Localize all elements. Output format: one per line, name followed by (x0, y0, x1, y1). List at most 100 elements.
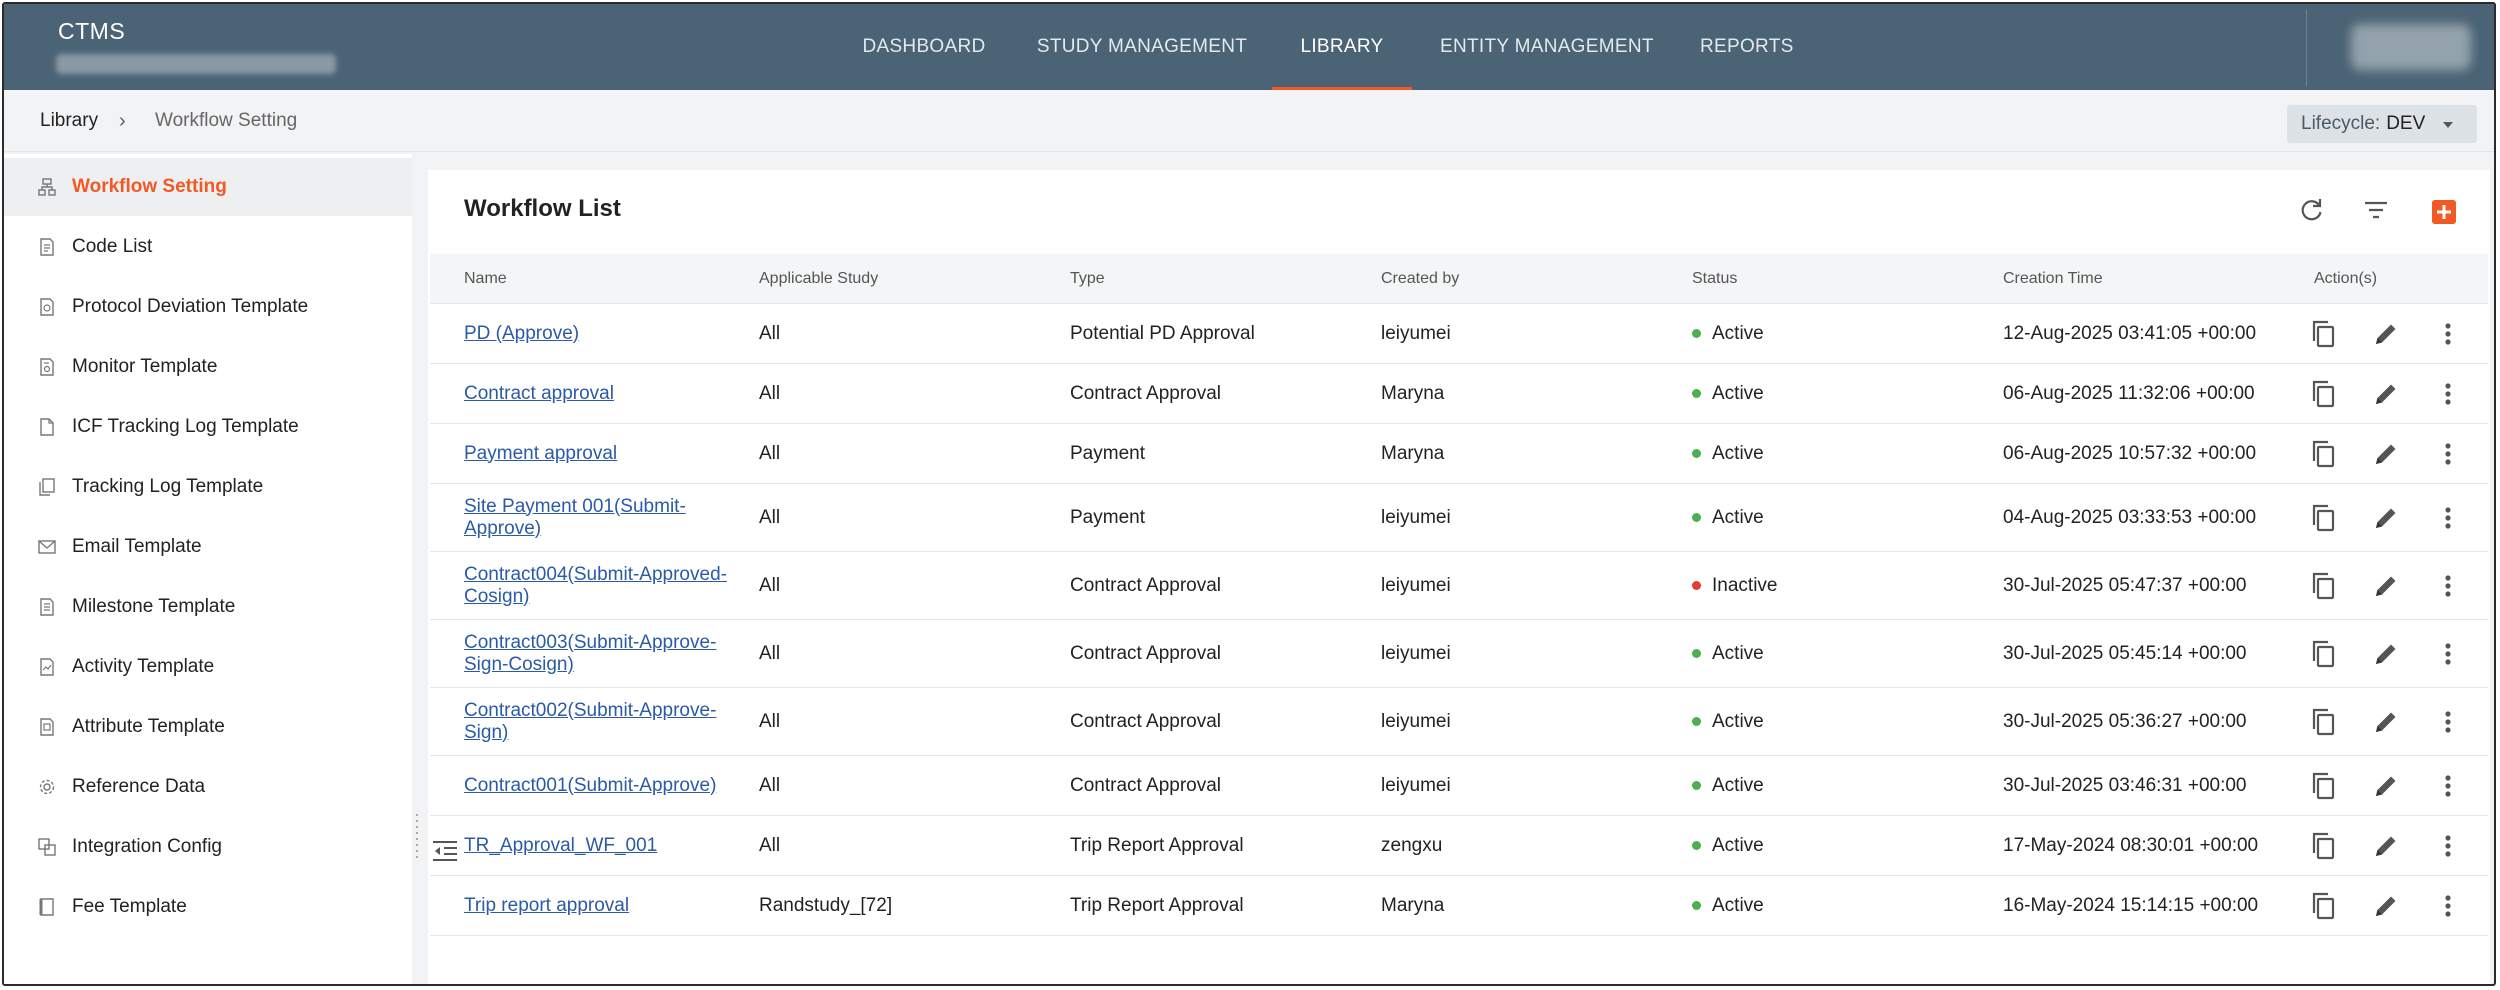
cell-created-by: leiyumei (1381, 688, 1451, 755)
workflow-name-link[interactable]: Contract002(Submit-Approve-Sign) (464, 700, 734, 744)
edit-icon[interactable] (2370, 570, 2402, 602)
nav-study-management[interactable]: STUDY MANAGEMENT (1034, 4, 1250, 90)
nav-library[interactable]: LIBRARY (1272, 4, 1412, 90)
sidebar-item-activity-template[interactable]: Activity Template (4, 638, 412, 696)
filter-icon[interactable] (2362, 196, 2390, 224)
sidebar-item-attribute-template[interactable]: Attribute Template (4, 698, 412, 756)
column-header-status[interactable]: Status (1692, 254, 1737, 304)
column-header-applicable-study[interactable]: Applicable Study (759, 254, 878, 304)
copy-icon[interactable] (2308, 502, 2340, 534)
sidebar-item-protocol-deviation-template[interactable]: Protocol Deviation Template (4, 278, 412, 336)
workflow-name-link[interactable]: Site Payment 001(Submit-Approve) (464, 496, 734, 540)
workflow-name-link[interactable]: Contract001(Submit-Approve) (464, 775, 716, 797)
cell-type-text: Trip Report Approval (1070, 834, 1244, 856)
sidebar-item-icf-tracking-log-template[interactable]: ICF Tracking Log Template (4, 398, 412, 456)
status-badge: Active (1712, 442, 1764, 464)
cell-created-by-text: Maryna (1381, 382, 1445, 404)
edit-icon[interactable] (2370, 770, 2402, 802)
column-header-type[interactable]: Type (1070, 254, 1105, 304)
sidebar-item-email-template[interactable]: Email Template (4, 518, 412, 576)
more-vertical-icon[interactable] (2432, 502, 2464, 534)
cell-applicable-study: All (759, 304, 780, 363)
sidebar-item-monitor-template[interactable]: Monitor Template (4, 338, 412, 396)
collapse-sidebar-icon[interactable] (432, 840, 458, 862)
more-vertical-icon[interactable] (2432, 378, 2464, 410)
table-row: TR_Approval_WF_001 All Trip Report Approva… (430, 816, 2488, 876)
cell-created-by: zengxu (1381, 816, 1442, 875)
workflow-name-link[interactable]: Contract approval (464, 383, 614, 405)
copy-icon[interactable] (2308, 378, 2340, 410)
sidebar-item-code-list[interactable]: Code List (4, 218, 412, 276)
breadcrumb-library[interactable]: Library (40, 90, 98, 152)
more-vertical-icon[interactable] (2432, 638, 2464, 670)
nav-reports[interactable]: REPORTS (1700, 4, 1793, 90)
more-vertical-icon[interactable] (2432, 890, 2464, 922)
status-badge: Active (1712, 710, 1764, 732)
add-icon[interactable] (2432, 200, 2456, 224)
sidebar-item-workflow-setting[interactable]: Workflow Setting (4, 158, 412, 216)
column-header-creation-time[interactable]: Creation Time (2003, 254, 2103, 304)
cell-creation-time: 30-Jul-2025 05:36:27 +00:00 (2003, 688, 2247, 755)
copy-icon[interactable] (2308, 890, 2340, 922)
edit-icon[interactable] (2370, 706, 2402, 738)
status-dot-icon (1692, 329, 1701, 338)
workflow-name-link[interactable]: PD (Approve) (464, 323, 579, 345)
workflow-name-link[interactable]: Payment approval (464, 443, 617, 465)
sidebar-item-milestone-template[interactable]: Milestone Template (4, 578, 412, 636)
copy-icon[interactable] (2308, 830, 2340, 862)
cell-created-by-text: leiyumei (1381, 774, 1451, 796)
refresh-icon[interactable] (2298, 196, 2326, 224)
nav-dashboard[interactable]: DASHBOARD (852, 4, 996, 90)
more-vertical-icon[interactable] (2432, 318, 2464, 350)
table-row: Contract001(Submit-Approve) All Contract A… (430, 756, 2488, 816)
copy-icon[interactable] (2308, 706, 2340, 738)
more-vertical-icon[interactable] (2432, 438, 2464, 470)
more-vertical-icon[interactable] (2432, 830, 2464, 862)
sidebar-item-fee-template[interactable]: Fee Template (4, 878, 412, 936)
user-menu[interactable] (2306, 10, 2494, 86)
lifecycle-select[interactable]: Lifecycle: DEV (2287, 105, 2477, 143)
edit-icon[interactable] (2370, 438, 2402, 470)
edit-icon[interactable] (2370, 378, 2402, 410)
more-vertical-icon[interactable] (2432, 570, 2464, 602)
sidebar-item-tracking-log-template[interactable]: Tracking Log Template (4, 458, 412, 516)
table-header: Name Applicable Study Type Created by St… (430, 254, 2488, 304)
workflow-name-link[interactable]: TR_Approval_WF_001 (464, 835, 657, 857)
cell-type-text: Contract Approval (1070, 382, 1222, 404)
edit-icon[interactable] (2370, 318, 2402, 350)
document-icon (40, 418, 54, 436)
copy-icon[interactable] (2308, 638, 2340, 670)
column-header-name[interactable]: Name (464, 254, 507, 304)
workflow-name-link[interactable]: Trip report approval (464, 895, 629, 917)
more-vertical-icon[interactable] (2432, 706, 2464, 738)
cell-created-by-text: Maryna (1381, 894, 1445, 916)
workflow-name-link[interactable]: Contract004(Submit-Approved-Cosign) (464, 564, 734, 608)
column-header-created-by[interactable]: Created by (1381, 254, 1459, 304)
status-dot-icon (1692, 513, 1701, 522)
copy-icon[interactable] (2308, 570, 2340, 602)
copy-icon[interactable] (2308, 438, 2340, 470)
sidebar-resize-handle[interactable] (413, 814, 421, 862)
edit-icon[interactable] (2370, 638, 2402, 670)
more-vertical-icon[interactable] (2432, 770, 2464, 802)
copy-icon[interactable] (2308, 770, 2340, 802)
cell-created-by: leiyumei (1381, 620, 1451, 687)
page-title: Workflow List (464, 195, 621, 222)
breadcrumb: Library › Workflow Setting (4, 90, 2494, 152)
sidebar-item-reference-data[interactable]: Reference Data (4, 758, 412, 816)
cell-status: Active (1692, 304, 1764, 363)
status-dot-icon (1692, 901, 1701, 910)
copy-icon[interactable] (2308, 318, 2340, 350)
tracking-log-icon (39, 478, 55, 496)
nav-entity-management[interactable]: ENTITY MANAGEMENT (1440, 4, 1653, 90)
sidebar-item-integration-config[interactable]: Integration Config (4, 818, 412, 876)
workflow-name-link[interactable]: Contract003(Submit-Approve-Sign-Cosign) (464, 632, 734, 676)
edit-icon[interactable] (2370, 502, 2402, 534)
cell-applicable-study-text: All (759, 442, 781, 464)
cell-created-by-text: zengxu (1381, 834, 1443, 856)
edit-icon[interactable] (2370, 890, 2402, 922)
edit-icon[interactable] (2370, 830, 2402, 862)
status-dot-icon (1692, 389, 1701, 398)
cell-applicable-study: All (759, 484, 780, 551)
cell-creation-time: 30-Jul-2025 05:45:14 +00:00 (2003, 620, 2247, 687)
